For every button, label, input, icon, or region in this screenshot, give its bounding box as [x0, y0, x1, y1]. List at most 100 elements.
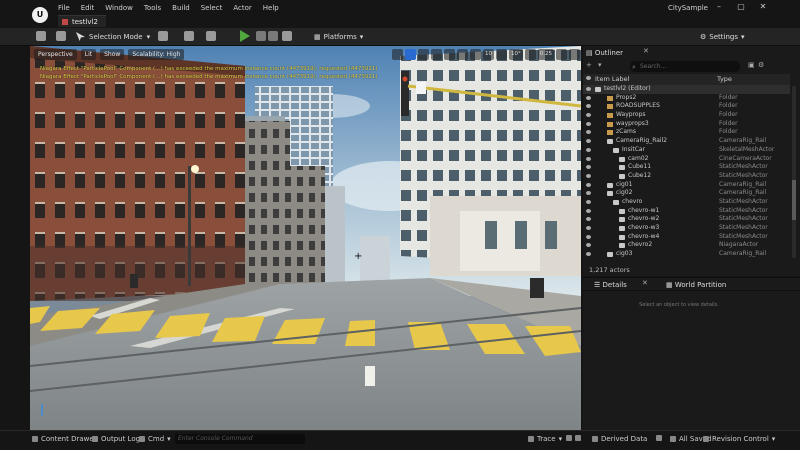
- visibility-icon[interactable]: [586, 147, 591, 152]
- scale-icon[interactable]: [431, 49, 442, 60]
- outliner-row[interactable]: zCams Folder: [583, 128, 790, 137]
- outliner-row[interactable]: chevro-w1 StaticMeshActor: [583, 207, 790, 216]
- trace-dropdown[interactable]: Trace ▾: [528, 435, 562, 443]
- outliner-row[interactable]: chevro-w3 StaticMeshActor: [583, 224, 790, 233]
- minimize-icon[interactable]: –: [712, 2, 726, 11]
- outliner-row[interactable]: cig01 CameraRig_Rail: [583, 181, 790, 190]
- outliner-row[interactable]: chevro2 NiagaraActor: [583, 241, 790, 250]
- outliner-row[interactable]: Cube12 StaticMeshActor: [583, 172, 790, 181]
- content-drawer-button[interactable]: Content Drawer: [32, 435, 97, 443]
- console-command-input[interactable]: Enter Console Command: [175, 434, 305, 444]
- outliner-row[interactable]: CameraRig_Rail2 CameraRig_Rail: [583, 137, 790, 146]
- gear-icon[interactable]: ⚙: [758, 61, 764, 69]
- filter-icon[interactable]: ▾: [598, 61, 602, 69]
- blueprint-icon[interactable]: [184, 31, 194, 41]
- cinematics-icon[interactable]: [206, 31, 216, 41]
- visibility-icon[interactable]: [586, 87, 591, 91]
- platforms-dropdown[interactable]: ▦ Platforms ▾: [314, 30, 363, 43]
- status-icons[interactable]: [566, 435, 581, 441]
- add-icon[interactable]: +: [586, 61, 592, 69]
- outliner-row[interactable]: Cube11 StaticMeshActor: [583, 163, 790, 172]
- scale-snap-icon[interactable]: [524, 49, 536, 60]
- outliner-row[interactable]: chevro-w2 StaticMeshActor: [583, 215, 790, 224]
- type-column[interactable]: Type: [717, 74, 732, 85]
- visibility-icon[interactable]: [586, 252, 591, 257]
- outliner-tab[interactable]: ▤ Outliner: [586, 47, 623, 59]
- visibility-icon[interactable]: [586, 182, 591, 187]
- level-tab[interactable]: testlvl2: [58, 15, 106, 27]
- visibility-icon[interactable]: [586, 243, 591, 248]
- visibility-icon[interactable]: [586, 234, 591, 239]
- outliner-row[interactable]: cam02 CineCameraActor: [583, 155, 790, 164]
- visibility-icon[interactable]: [586, 113, 591, 118]
- visibility-icon[interactable]: [586, 173, 591, 178]
- show-button[interactable]: Show: [100, 49, 125, 60]
- save-icon[interactable]: [36, 31, 46, 41]
- play-button[interactable]: [240, 30, 250, 42]
- surface-snap-icon[interactable]: [457, 49, 468, 60]
- menu-window[interactable]: Window: [105, 4, 133, 12]
- menu-help[interactable]: Help: [263, 4, 279, 12]
- revision-control-button[interactable]: Revision Control ▾: [703, 435, 775, 443]
- item-label-column[interactable]: Item Label: [595, 74, 629, 85]
- menu-edit[interactable]: Edit: [81, 4, 95, 12]
- lit-button[interactable]: Lit: [80, 49, 97, 60]
- step-icon[interactable]: [256, 31, 266, 41]
- rotation-snap-icon[interactable]: [496, 49, 507, 60]
- level-viewport[interactable]: [30, 46, 581, 430]
- play-options-icon[interactable]: [282, 31, 292, 41]
- camera-speed-icon[interactable]: [556, 49, 567, 60]
- world-local-icon[interactable]: [444, 49, 455, 60]
- visibility-icon[interactable]: [586, 95, 591, 100]
- menu-file[interactable]: File: [58, 4, 70, 12]
- outliner-row[interactable]: Wayprops Folder: [583, 111, 790, 120]
- visibility-icon[interactable]: [586, 165, 591, 170]
- maximize-icon[interactable]: ▢: [734, 2, 748, 11]
- content-browser-icon[interactable]: [56, 31, 66, 41]
- outliner-scrollbar[interactable]: [792, 86, 796, 258]
- rotation-snap-value[interactable]: 10°: [509, 49, 523, 60]
- menu-actor[interactable]: Actor: [233, 4, 251, 12]
- menu-tools[interactable]: Tools: [144, 4, 161, 12]
- unreal-logo-icon[interactable]: U: [32, 7, 48, 23]
- close-window-icon[interactable]: ✕: [756, 2, 770, 11]
- folder-add-icon[interactable]: ▣: [748, 61, 755, 69]
- close-icon[interactable]: ✕: [642, 279, 648, 287]
- visibility-icon[interactable]: [586, 217, 591, 222]
- visibility-icon[interactable]: [586, 191, 591, 196]
- selection-mode-dropdown[interactable]: Selection Mode ▾: [76, 30, 150, 43]
- settings-dropdown[interactable]: ⚙ Settings ▾: [700, 30, 745, 43]
- source-control-status[interactable]: [656, 435, 662, 441]
- outliner-row[interactable]: chevro StaticMeshActor: [583, 198, 790, 207]
- visibility-icon[interactable]: [586, 226, 591, 230]
- outliner-search-input[interactable]: ⌕ Search...: [630, 61, 740, 72]
- visibility-icon[interactable]: [586, 130, 591, 135]
- perspective-button[interactable]: Perspective: [34, 49, 77, 60]
- visibility-icon[interactable]: [586, 104, 591, 109]
- outliner-row[interactable]: chevro-w4 StaticMeshActor: [583, 233, 790, 242]
- output-log-button[interactable]: Output Log: [92, 435, 140, 443]
- rotate-icon[interactable]: [418, 49, 429, 60]
- menu-build[interactable]: Build: [172, 4, 190, 12]
- cmd-dropdown[interactable]: Cmd ▾: [139, 435, 171, 443]
- scalability-button[interactable]: Scalability: High: [128, 49, 185, 60]
- maximize-viewport-icon[interactable]: [569, 49, 580, 60]
- outliner-scroll-thumb[interactable]: [792, 180, 796, 220]
- visibility-icon[interactable]: [586, 139, 591, 144]
- visibility-icon[interactable]: [586, 121, 591, 126]
- scale-snap-value[interactable]: 0.25: [537, 49, 554, 60]
- outliner-row[interactable]: ROADSUPPLES Folder: [583, 102, 790, 111]
- grid-snap-icon[interactable]: [470, 49, 481, 60]
- outliner-row[interactable]: testlvl2 (Editor): [583, 85, 790, 94]
- outliner-row[interactable]: InsitCar SkeletalMeshActor: [583, 146, 790, 155]
- select-icon[interactable]: [392, 49, 403, 60]
- visibility-icon[interactable]: [586, 76, 591, 80]
- grid-size-value[interactable]: 10: [483, 49, 494, 60]
- visibility-icon[interactable]: [586, 208, 591, 213]
- outliner-row[interactable]: cig02 CameraRig_Rail: [583, 189, 790, 198]
- stop-icon[interactable]: [268, 31, 278, 41]
- derived-data-button[interactable]: Derived Data: [592, 435, 647, 443]
- visibility-icon[interactable]: [586, 156, 591, 161]
- move-icon[interactable]: [405, 49, 416, 60]
- outliner-row[interactable]: cig03 CameraRig_Rail: [583, 250, 790, 259]
